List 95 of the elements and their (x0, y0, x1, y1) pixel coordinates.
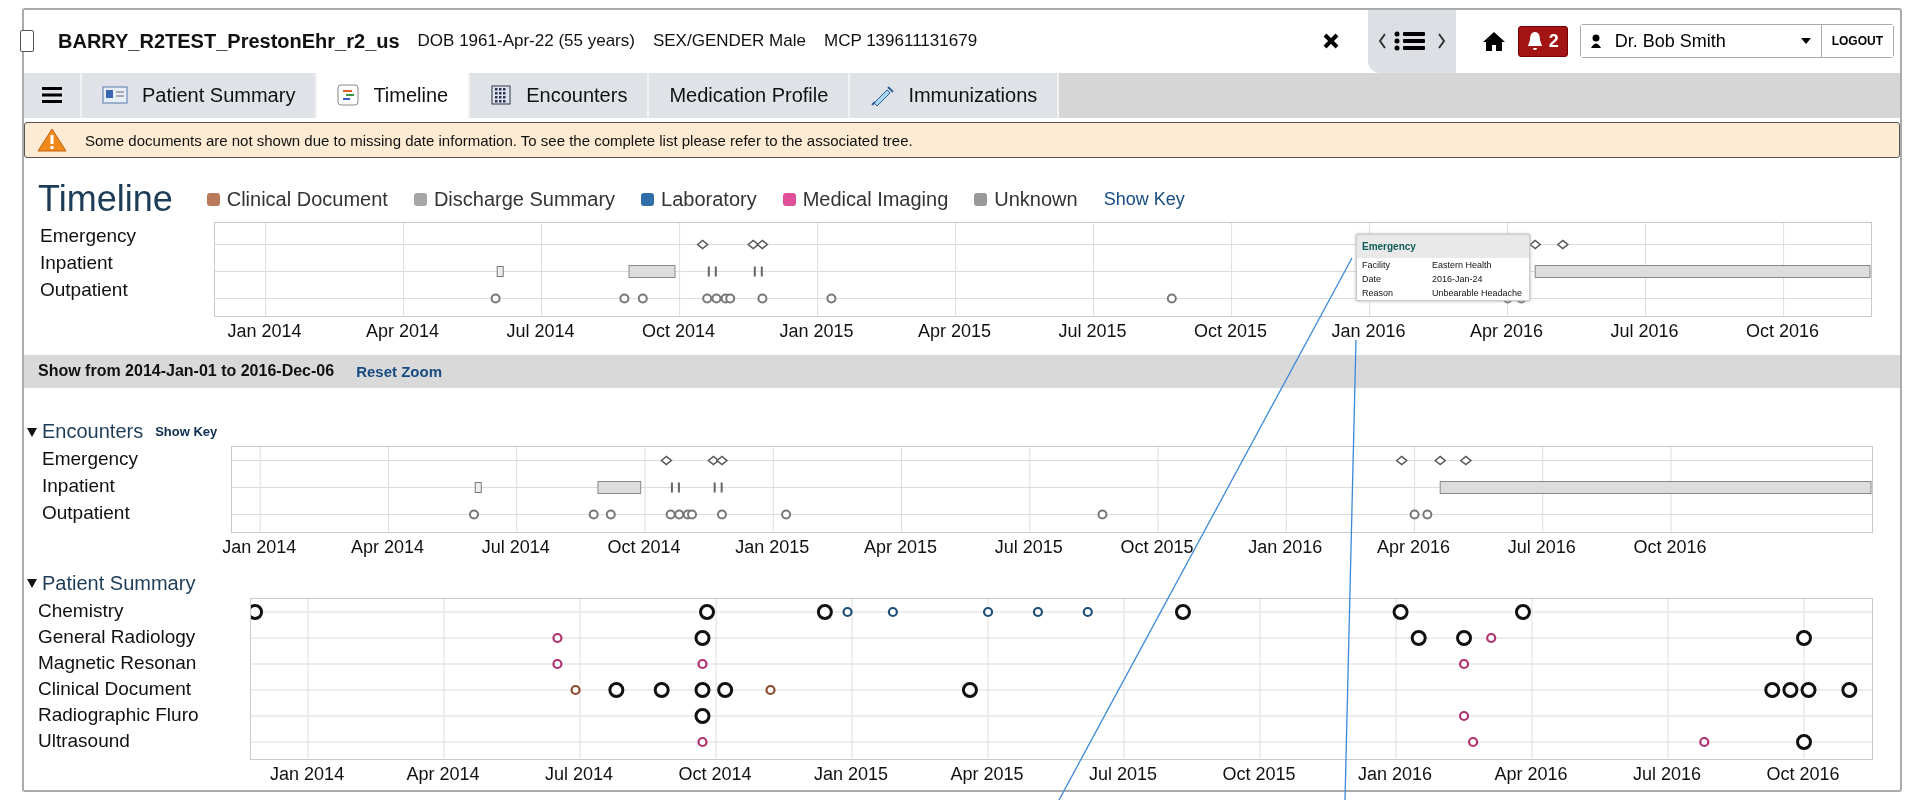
logout-button[interactable]: LOGOUT (1820, 25, 1893, 58)
tooltip-label: Facility (1362, 260, 1391, 270)
axis-label: Jan 2016 (1248, 536, 1323, 558)
patient-detail: DOB 1961-Apr-22 (55 years) (417, 31, 635, 52)
axis-label: Apr 2015 (863, 536, 938, 558)
legend-label: Laboratory (661, 187, 757, 211)
menu-button[interactable] (24, 72, 82, 118)
axis-label: Oct 2015 (1194, 321, 1268, 342)
row-label: Emergency (40, 223, 138, 248)
row-label: Outpatient (42, 501, 131, 526)
tooltip-label: Date (1362, 274, 1382, 284)
axis-label: Apr 2014 (350, 536, 424, 558)
axis-label: Oct 2016 (1633, 536, 1707, 558)
legend-label: Unknown (994, 187, 1078, 211)
axis-label: Apr 2016 (1377, 536, 1451, 558)
tooltip-label: Reason (1362, 288, 1395, 298)
row-label: Ultrasound (38, 728, 131, 753)
patient-name: BARRY_R2TEST_PrestonEhr_r2_us (58, 29, 400, 53)
warning-text: Some documents are not shown due to missing date information. To see the complete list please refer to the associated tree. (85, 131, 913, 149)
axis-label: Apr 2016 (1494, 763, 1568, 785)
tab[interactable]: Patient Summary (82, 72, 318, 118)
expand-triangle-icon[interactable] (26, 425, 38, 438)
axis-label: Oct 2014 (607, 536, 681, 558)
axis-label: Jan 2016 (1331, 321, 1406, 342)
reset-zoom-link[interactable]: Reset Zoom (356, 362, 442, 380)
tooltip-value: 2016-Jan-24 (1432, 274, 1484, 284)
tab[interactable]: Encounters (470, 72, 650, 118)
legend-label: Discharge Summary (433, 187, 616, 211)
row-label: Inpatient (42, 474, 116, 499)
axis-label: Oct 2015 (1222, 763, 1296, 785)
axis-label: Jul 2014 (481, 536, 550, 558)
axis-label: Oct 2014 (678, 763, 752, 785)
alerts-button[interactable]: 2 (1517, 25, 1568, 57)
person-icon (1590, 34, 1601, 49)
warning-icon (37, 128, 67, 152)
axis-label: Jul 2016 (1610, 321, 1679, 342)
axis-label: Jul 2014 (545, 763, 614, 785)
axis-label: Jul 2015 (1089, 763, 1158, 785)
axis-label: Jul 2015 (994, 536, 1063, 558)
tooltip-value: Unbearable Headache (1432, 288, 1524, 298)
axis-label: Apr 2015 (950, 763, 1024, 785)
section-title: Patient Summary (42, 571, 196, 595)
zoom-range: Show from 2014-Jan-01 to 2016-Dec-06 (38, 362, 335, 381)
axis-label: Jan 2016 (1358, 763, 1433, 785)
row-label: Chemistry (38, 598, 125, 623)
axis-label: Jan 2014 (222, 536, 297, 558)
axis-label: Jul 2016 (1507, 536, 1576, 558)
axis-label: Jan 2015 (735, 536, 810, 558)
caret-icon (1800, 38, 1811, 45)
axis-label: Oct 2015 (1120, 536, 1194, 558)
axis-label: Jul 2014 (506, 321, 575, 342)
row-label: Magnetic Resonan (38, 650, 198, 675)
row-label: Inpatient (40, 250, 114, 275)
axis-label: Oct 2016 (1766, 763, 1840, 785)
axis-label: Jan 2014 (270, 763, 345, 785)
row-label: Radiographic Fluro (38, 702, 200, 727)
axis-label: Jan 2015 (814, 763, 889, 785)
row-label: Emergency (42, 447, 140, 472)
list-nav-button[interactable] (1367, 10, 1456, 73)
patient-detail: SEX/GENDER Male (652, 31, 806, 52)
card-icon (102, 85, 128, 106)
axis-label: Jan 2015 (779, 321, 854, 342)
tab[interactable]: Immunizations (850, 72, 1060, 118)
bell-icon (1526, 31, 1543, 52)
axis-label: Apr 2016 (1470, 321, 1544, 342)
show-key-link[interactable]: Show Key (155, 424, 218, 440)
timeline-title: Timeline (38, 178, 173, 220)
axis-label: Apr 2014 (366, 321, 440, 342)
menu-icon (42, 87, 62, 104)
axis-label: Apr 2015 (918, 321, 992, 342)
tab[interactable]: Timeline (317, 72, 471, 118)
legend-label: Medical Imaging (802, 187, 949, 211)
axis-label: Jan 2014 (227, 321, 302, 342)
tooltip-title: Emergency (1357, 235, 1529, 258)
close-icon[interactable] (1321, 32, 1340, 51)
expand-button[interactable] (20, 30, 34, 53)
patient-detail: MCP 139611131679 (823, 31, 978, 52)
syringe-icon (870, 84, 895, 107)
legend-label: Clinical Document (226, 187, 388, 211)
building-icon (490, 84, 513, 107)
axis-label: Apr 2014 (406, 763, 480, 785)
section-title: Encounters (42, 420, 144, 444)
tooltip-value: Eastern Health (1432, 260, 1493, 270)
row-label: Clinical Document (38, 676, 193, 701)
home-icon[interactable] (1481, 30, 1506, 53)
timeline-icon (337, 84, 360, 107)
axis-label: Jul 2016 (1632, 763, 1702, 785)
axis-label: Jul 2015 (1058, 321, 1127, 342)
row-label: General Radiology (38, 624, 197, 649)
axis-label: Oct 2014 (642, 321, 716, 342)
row-label: Outpatient (40, 277, 129, 302)
show-key-link[interactable]: Show Key (1103, 188, 1185, 210)
expand-triangle-icon[interactable] (26, 577, 38, 590)
tab[interactable]: Medication Profile (649, 72, 851, 118)
axis-label: Oct 2016 (1746, 321, 1820, 342)
